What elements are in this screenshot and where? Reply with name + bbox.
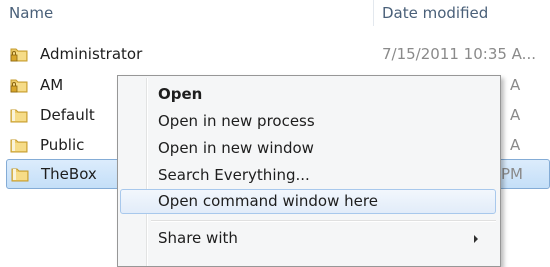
folder-name: AM	[40, 76, 64, 94]
folder-name: Default	[40, 106, 95, 124]
folder-date: PM	[501, 165, 523, 183]
context-menu: Open Open in new process Open in new win…	[117, 75, 501, 267]
folder-date: 7/15/2011 10:35 A...	[382, 45, 536, 63]
menu-item-label: Open	[158, 85, 203, 103]
column-date-modified-header[interactable]: Date modified	[382, 4, 488, 22]
menu-item-open-in-new-process[interactable]: Open in new process	[120, 109, 496, 134]
folder-date: A	[510, 106, 521, 124]
menu-item-label: Open in new process	[158, 112, 315, 130]
menu-item-open-command-window-here[interactable]: Open command window here	[120, 189, 496, 214]
menu-item-open-in-new-window[interactable]: Open in new window	[120, 136, 496, 161]
folder-name: TheBox	[41, 165, 97, 183]
list-item[interactable]: Administrator 7/15/2011 10:35 A...	[0, 39, 550, 69]
menu-item-label: Open command window here	[158, 192, 378, 210]
folder-icon	[10, 137, 28, 153]
menu-item-label: Share with	[158, 229, 238, 247]
menu-item-label: Open in new window	[158, 139, 314, 157]
column-name-header[interactable]: Name	[9, 4, 53, 22]
column-header: Name Date modified	[0, 0, 550, 28]
folder-date: A	[510, 76, 521, 94]
locked-folder-icon	[10, 77, 28, 93]
folder-name: Administrator	[40, 45, 143, 63]
folder-icon	[10, 107, 28, 123]
locked-folder-icon	[10, 46, 28, 62]
folder-date: A	[510, 136, 521, 154]
folder-icon	[11, 166, 29, 182]
chevron-right-icon	[474, 235, 478, 243]
column-divider[interactable]	[373, 0, 374, 26]
menu-item-search-everything[interactable]: Search Everything...	[120, 163, 496, 188]
menu-item-open[interactable]: Open	[120, 82, 496, 107]
menu-separator	[151, 220, 496, 222]
menu-item-share-with[interactable]: Share with	[120, 226, 496, 251]
folder-name: Public	[40, 136, 85, 154]
menu-item-label: Search Everything...	[158, 166, 310, 184]
